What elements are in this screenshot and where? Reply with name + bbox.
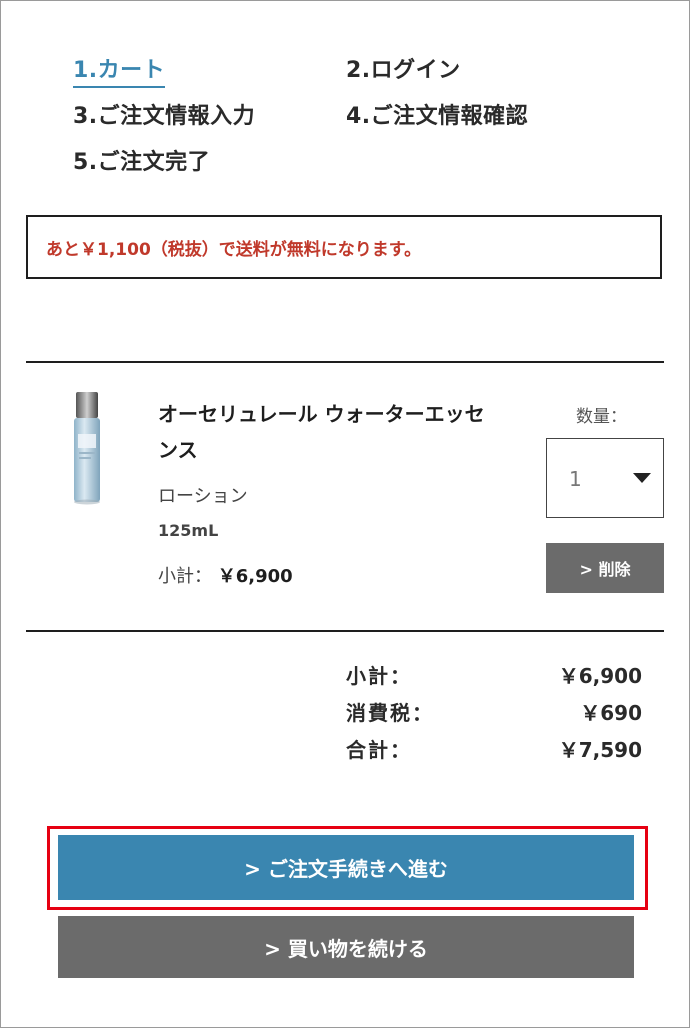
step-order-input: 3.ご注文情報入力 <box>73 104 256 129</box>
product-subtotal: 小計： ￥6,900 <box>158 562 293 588</box>
quantity-value: 1 <box>569 467 582 491</box>
delete-button[interactable]: > 削除 <box>546 543 664 593</box>
quantity-select[interactable]: 1 <box>546 438 664 518</box>
step-order-confirm: 4.ご注文情報確認 <box>346 104 529 129</box>
product-name[interactable]: オーセリュレール ウォーターエッセンス <box>158 396 498 468</box>
product-subtotal-label: 小計： <box>158 566 212 587</box>
caret-down-icon <box>633 473 651 483</box>
free-shipping-notice: あと￥1,100（税抜）で送料が無料になります。 <box>26 215 662 279</box>
divider-bottom <box>26 630 664 632</box>
summary-subtotal-value: ￥6,900 <box>558 664 642 688</box>
quantity-label: 数量： <box>576 407 627 427</box>
continue-shopping-button[interactable]: > 買い物を続ける <box>58 916 634 978</box>
free-shipping-notice-text: あと￥1,100（税抜）で送料が無料になります。 <box>46 239 422 260</box>
product-subtotal-value: ￥6,900 <box>217 566 293 587</box>
step-login: 2.ログイン <box>346 58 461 83</box>
summary-total-label: 合計： <box>346 738 412 762</box>
step-order-complete: 5.ご注文完了 <box>73 150 211 175</box>
lotion-bottle-icon <box>74 392 100 505</box>
checkout-button[interactable]: > ご注文手続きへ進む <box>58 835 634 900</box>
summary-tax-value: ￥690 <box>580 701 642 725</box>
step-cart[interactable]: 1.カート <box>73 52 166 88</box>
summary-subtotal-label: 小計： <box>346 664 412 688</box>
summary-total-value: ￥7,590 <box>558 738 642 762</box>
product-size: 125mL <box>158 521 219 540</box>
divider-top <box>26 361 664 363</box>
product-category: ローション <box>158 486 248 507</box>
summary-tax-label: 消費税： <box>346 701 434 725</box>
